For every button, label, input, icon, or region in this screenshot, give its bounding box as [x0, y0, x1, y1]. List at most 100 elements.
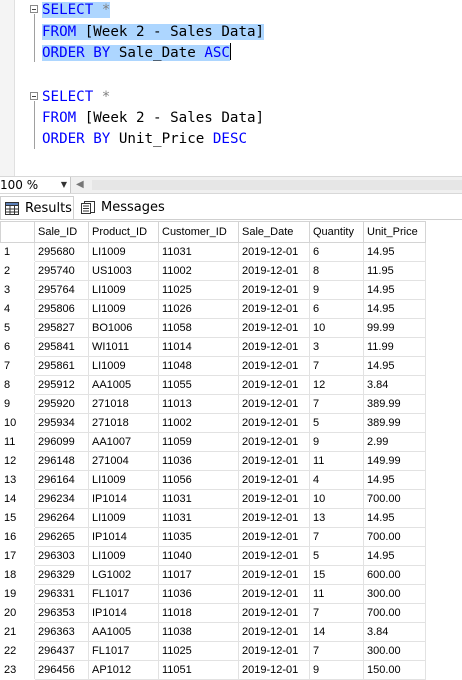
cell-quantity[interactable]: 6	[309, 242, 364, 262]
cell-product-id[interactable]: LI1009	[88, 356, 159, 376]
cell-sale-id[interactable]: 295861	[34, 356, 89, 376]
tab-messages[interactable]: Messages	[77, 196, 173, 219]
cell-unit-price[interactable]: 149.99	[363, 451, 426, 471]
cell-product-id[interactable]: LI1009	[88, 280, 159, 300]
cell-product-id[interactable]: AA1005	[88, 375, 159, 395]
cell-customer-id[interactable]: 11056	[158, 470, 239, 490]
cell-quantity[interactable]: 5	[309, 413, 364, 433]
cell-quantity[interactable]: 9	[309, 432, 364, 452]
cell-product-id[interactable]: 271004	[88, 451, 159, 471]
cell-sale-id[interactable]: 295920	[34, 394, 89, 414]
cell-sale-date[interactable]: 2019-12-01	[238, 356, 310, 376]
table-row[interactable]: 17 296303 LI1009 11040 2019-12-01 5 14.95	[0, 546, 426, 566]
cell-sale-id[interactable]: 296331	[34, 584, 89, 604]
cell-row-number[interactable]: 9	[0, 394, 35, 414]
cell-customer-id[interactable]: 11031	[158, 489, 239, 509]
cell-row-number[interactable]: 6	[0, 337, 35, 357]
cell-row-number[interactable]: 17	[0, 546, 35, 566]
cell-product-id[interactable]: 271018	[88, 413, 159, 433]
cell-sale-id[interactable]: 296329	[34, 565, 89, 585]
cell-product-id[interactable]: LI1009	[88, 546, 159, 566]
cell-product-id[interactable]: AP1012	[88, 660, 159, 680]
cell-product-id[interactable]: WI1011	[88, 337, 159, 357]
cell-sale-date[interactable]: 2019-12-01	[238, 413, 310, 433]
cell-customer-id[interactable]: 11026	[158, 299, 239, 319]
cell-customer-id[interactable]: 11036	[158, 584, 239, 604]
cell-sale-id[interactable]: 296148	[34, 451, 89, 471]
cell-row-number[interactable]: 13	[0, 470, 35, 490]
query1-line-order[interactable]: ORDER BY Sale_Date ASC	[42, 43, 231, 64]
cell-sale-id[interactable]: 296456	[34, 660, 89, 680]
cell-quantity[interactable]: 5	[309, 546, 364, 566]
cell-unit-price[interactable]: 700.00	[363, 603, 426, 623]
cell-sale-date[interactable]: 2019-12-01	[238, 394, 310, 414]
cell-customer-id[interactable]: 11031	[158, 508, 239, 528]
cell-row-number[interactable]: 21	[0, 622, 35, 642]
column-header-unit-price[interactable]: Unit_Price	[363, 221, 426, 243]
cell-product-id[interactable]: LI1009	[88, 299, 159, 319]
query1-line-from[interactable]: FROM [Week 2 - Sales Data]	[42, 22, 265, 43]
row-number-header[interactable]	[0, 221, 35, 243]
cell-unit-price[interactable]: 11.99	[363, 337, 426, 357]
cell-unit-price[interactable]: 3.84	[363, 375, 426, 395]
cell-unit-price[interactable]: 14.95	[363, 356, 426, 376]
cell-sale-date[interactable]: 2019-12-01	[238, 546, 310, 566]
table-row[interactable]: 8 295912 AA1005 11055 2019-12-01 12 3.84	[0, 375, 426, 395]
chevron-down-icon[interactable]: ▼	[61, 177, 67, 193]
cell-sale-date[interactable]: 2019-12-01	[238, 660, 310, 680]
cell-sale-id[interactable]: 295934	[34, 413, 89, 433]
cell-sale-date[interactable]: 2019-12-01	[238, 261, 310, 281]
cell-quantity[interactable]: 15	[309, 565, 364, 585]
cell-row-number[interactable]: 19	[0, 584, 35, 604]
table-row[interactable]: 23 296456 AP1012 11051 2019-12-01 9 150.00	[0, 660, 426, 680]
cell-unit-price[interactable]: 300.00	[363, 641, 426, 661]
cell-unit-price[interactable]: 3.84	[363, 622, 426, 642]
cell-row-number[interactable]: 18	[0, 565, 35, 585]
cell-customer-id[interactable]: 11059	[158, 432, 239, 452]
cell-unit-price[interactable]: 14.95	[363, 299, 426, 319]
cell-customer-id[interactable]: 11002	[158, 261, 239, 281]
cell-row-number[interactable]: 16	[0, 527, 35, 547]
results-grid[interactable]: Sale_ID Product_ID Customer_ID Sale_Date…	[0, 221, 462, 680]
query2-line-order[interactable]: ORDER BY Unit_Price DESC	[42, 129, 247, 150]
cell-sale-date[interactable]: 2019-12-01	[238, 584, 310, 604]
table-row[interactable]: 9 295920 271018 11013 2019-12-01 7 389.99	[0, 394, 426, 414]
cell-customer-id[interactable]: 11038	[158, 622, 239, 642]
cell-quantity[interactable]: 14	[309, 622, 364, 642]
cell-customer-id[interactable]: 11048	[158, 356, 239, 376]
cell-quantity[interactable]: 3	[309, 337, 364, 357]
cell-sale-date[interactable]: 2019-12-01	[238, 242, 310, 262]
cell-row-number[interactable]: 10	[0, 413, 35, 433]
table-row[interactable]: 14 296234 IP1014 11031 2019-12-01 10 700.00	[0, 489, 426, 509]
cell-customer-id[interactable]: 11035	[158, 527, 239, 547]
cell-customer-id[interactable]: 11040	[158, 546, 239, 566]
cell-unit-price[interactable]: 600.00	[363, 565, 426, 585]
cell-customer-id[interactable]: 11031	[158, 242, 239, 262]
cell-product-id[interactable]: 271018	[88, 394, 159, 414]
cell-sale-date[interactable]: 2019-12-01	[238, 641, 310, 661]
cell-sale-date[interactable]: 2019-12-01	[238, 280, 310, 300]
cell-row-number[interactable]: 20	[0, 603, 35, 623]
table-row[interactable]: 21 296363 AA1005 11038 2019-12-01 14 3.84	[0, 622, 426, 642]
cell-quantity[interactable]: 6	[309, 299, 364, 319]
cell-row-number[interactable]: 15	[0, 508, 35, 528]
cell-unit-price[interactable]: 150.00	[363, 660, 426, 680]
cell-row-number[interactable]: 7	[0, 356, 35, 376]
cell-product-id[interactable]: AA1007	[88, 432, 159, 452]
cell-customer-id[interactable]: 11013	[158, 394, 239, 414]
column-header-quantity[interactable]: Quantity	[309, 221, 364, 243]
cell-row-number[interactable]: 4	[0, 299, 35, 319]
cell-sale-id[interactable]: 296437	[34, 641, 89, 661]
cell-customer-id[interactable]: 11051	[158, 660, 239, 680]
cell-sale-date[interactable]: 2019-12-01	[238, 508, 310, 528]
cell-quantity[interactable]: 7	[309, 641, 364, 661]
cell-quantity[interactable]: 11	[309, 451, 364, 471]
cell-quantity[interactable]: 9	[309, 280, 364, 300]
table-row[interactable]: 1 295680 LI1009 11031 2019-12-01 6 14.95	[0, 242, 426, 262]
cell-quantity[interactable]: 7	[309, 603, 364, 623]
cell-unit-price[interactable]: 389.99	[363, 413, 426, 433]
cell-customer-id[interactable]: 11025	[158, 641, 239, 661]
cell-customer-id[interactable]: 11025	[158, 280, 239, 300]
cell-product-id[interactable]: IP1014	[88, 489, 159, 509]
tab-results[interactable]: Results	[0, 196, 74, 219]
